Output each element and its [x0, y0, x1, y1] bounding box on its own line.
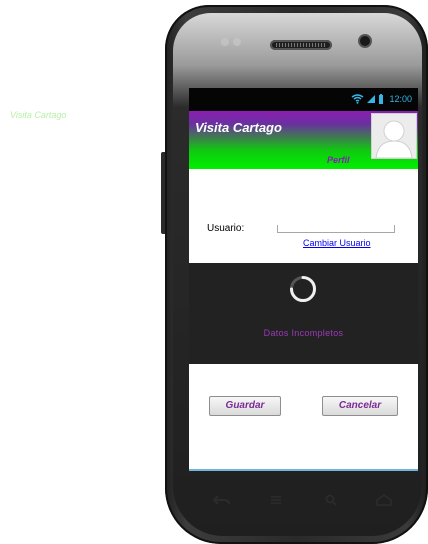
proximity-sensor	[221, 38, 229, 46]
profile-link[interactable]: Perfil	[327, 155, 350, 165]
earpiece-grill	[276, 43, 326, 47]
front-camera	[360, 36, 370, 46]
visita-cartago-watermark: Visita Cartago	[10, 110, 67, 120]
light-sensor	[233, 38, 241, 46]
home-icon	[376, 494, 392, 506]
actions-section: Guardar Cancelar	[189, 364, 418, 471]
avatar-icon	[372, 114, 416, 158]
user-form-section: Usuario: Cambiar Usuario	[189, 169, 418, 262]
nav-search-button[interactable]	[319, 488, 343, 512]
change-user-link[interactable]: Cambiar Usuario	[303, 238, 371, 248]
back-icon	[212, 495, 230, 505]
loading-panel: Datos Incompletos	[189, 263, 418, 364]
avatar[interactable]	[371, 113, 417, 159]
user-label: Usuario:	[207, 223, 245, 234]
phone-screen: 12:00 Visita Cartago Perfil Usuario: Cam…	[189, 88, 418, 471]
cancel-button[interactable]: Cancelar	[322, 396, 398, 416]
status-bar: 12:00	[189, 88, 418, 111]
battery-icon	[379, 94, 384, 104]
app-title: Visita Cartago	[195, 120, 282, 135]
status-icons: 12:00	[351, 94, 412, 104]
app-header: Visita Cartago Perfil	[189, 111, 418, 170]
nav-menu-button[interactable]	[264, 488, 288, 512]
save-button[interactable]: Guardar	[209, 396, 281, 416]
menu-icon	[271, 496, 281, 504]
loading-message: Datos Incompletos	[263, 328, 344, 338]
status-time: 12:00	[389, 94, 412, 104]
user-input[interactable]	[277, 225, 395, 233]
nav-home-button[interactable]	[372, 488, 396, 512]
signal-icon	[367, 95, 376, 103]
search-icon	[325, 494, 337, 506]
android-nav-bar	[188, 488, 418, 512]
loading-spinner-icon	[290, 276, 316, 302]
wifi-icon	[352, 94, 364, 104]
bottom-accent	[189, 469, 418, 471]
nav-back-button[interactable]	[210, 488, 234, 512]
